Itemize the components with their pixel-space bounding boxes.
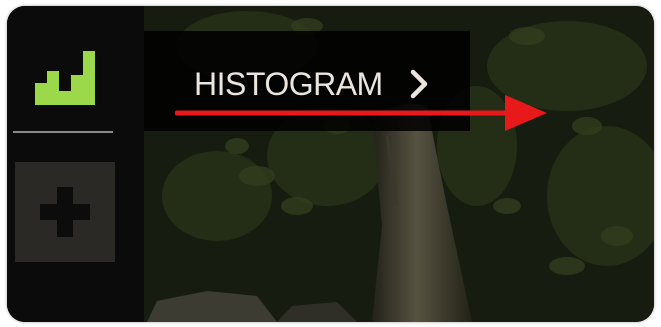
sidebar-divider: [13, 131, 113, 133]
histogram-icon-shape: [35, 51, 95, 105]
annotation-arrow: [175, 95, 547, 131]
add-button[interactable]: [15, 162, 115, 262]
camera-monitor-screen: HISTOGRAM: [7, 6, 654, 322]
annotation-arrow-head: [505, 95, 547, 131]
histogram-icon: [35, 51, 95, 105]
histogram-button[interactable]: [15, 26, 115, 126]
sidebar: [7, 6, 144, 322]
plus-icon: [40, 187, 90, 237]
